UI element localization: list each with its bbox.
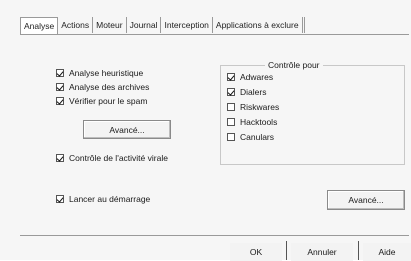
viral-activity-row[interactable]: Contrôle de l'activité virale xyxy=(56,152,168,164)
heuristic-checkbox[interactable] xyxy=(56,69,64,77)
riskwares-checkbox[interactable] xyxy=(227,103,235,111)
tab-actions[interactable]: Actions xyxy=(58,17,94,33)
footer-separator xyxy=(20,235,409,236)
adwares-label: Adwares xyxy=(240,72,274,82)
dialers-checkbox[interactable] xyxy=(227,88,235,96)
riskwares-row[interactable]: Riskwares xyxy=(227,101,279,113)
tab-strip-end xyxy=(303,17,305,33)
startup-checkbox[interactable] xyxy=(56,195,64,203)
spam-label: Vérifier pour le spam xyxy=(69,96,148,106)
canulars-checkbox[interactable] xyxy=(227,133,235,141)
footer-divider-1 xyxy=(286,241,287,260)
control-groupbox-title: Contrôle pour xyxy=(265,60,323,70)
startup-label: Lancer au démarrage xyxy=(69,194,151,204)
viral-activity-checkbox[interactable] xyxy=(56,154,64,162)
viral-activity-label: Contrôle de l'activité virale xyxy=(69,153,168,163)
advanced-startup-button[interactable]: Avancé... xyxy=(327,190,405,210)
adwares-row[interactable]: Adwares xyxy=(227,71,273,83)
antivirus-settings-dialog: Analyse Actions Moteur Journal Intercept… xyxy=(0,0,411,261)
archives-checkbox[interactable] xyxy=(56,83,64,91)
help-button[interactable]: Aide xyxy=(363,243,411,261)
heuristic-label: Analyse heuristique xyxy=(69,68,144,78)
spam-checkbox[interactable] xyxy=(56,97,64,105)
cancel-button[interactable]: Annuler xyxy=(291,243,353,261)
tab-moteur[interactable]: Moteur xyxy=(93,17,127,33)
dialers-label: Dialers xyxy=(240,87,267,97)
footer-divider-2 xyxy=(358,241,359,260)
ok-button[interactable]: OK xyxy=(230,243,282,261)
canulars-row[interactable]: Canulars xyxy=(227,131,274,143)
archives-label: Analyse des archives xyxy=(69,82,150,92)
startup-row[interactable]: Lancer au démarrage xyxy=(56,193,150,205)
canulars-label: Canulars xyxy=(240,132,275,142)
tab-interception[interactable]: Interception xyxy=(161,17,213,33)
tab-applications-a-exclure[interactable]: Applications à exclure xyxy=(212,17,303,33)
hacktools-label: Hacktools xyxy=(240,117,278,127)
tab-analyse[interactable]: Analyse xyxy=(20,17,59,35)
tab-bar: Analyse Actions Moteur Journal Intercept… xyxy=(20,17,305,35)
option-spam-row[interactable]: Vérifier pour le spam xyxy=(56,95,147,107)
riskwares-label: Riskwares xyxy=(240,102,280,112)
hacktools-checkbox[interactable] xyxy=(227,118,235,126)
dialers-row[interactable]: Dialers xyxy=(227,86,266,98)
option-archives-row[interactable]: Analyse des archives xyxy=(56,81,149,93)
hacktools-row[interactable]: Hacktools xyxy=(227,116,277,128)
option-heuristic-row[interactable]: Analyse heuristique xyxy=(56,67,143,79)
tab-journal[interactable]: Journal xyxy=(126,17,162,33)
advanced-scan-button[interactable]: Avancé... xyxy=(83,120,171,139)
adwares-checkbox[interactable] xyxy=(227,73,235,81)
